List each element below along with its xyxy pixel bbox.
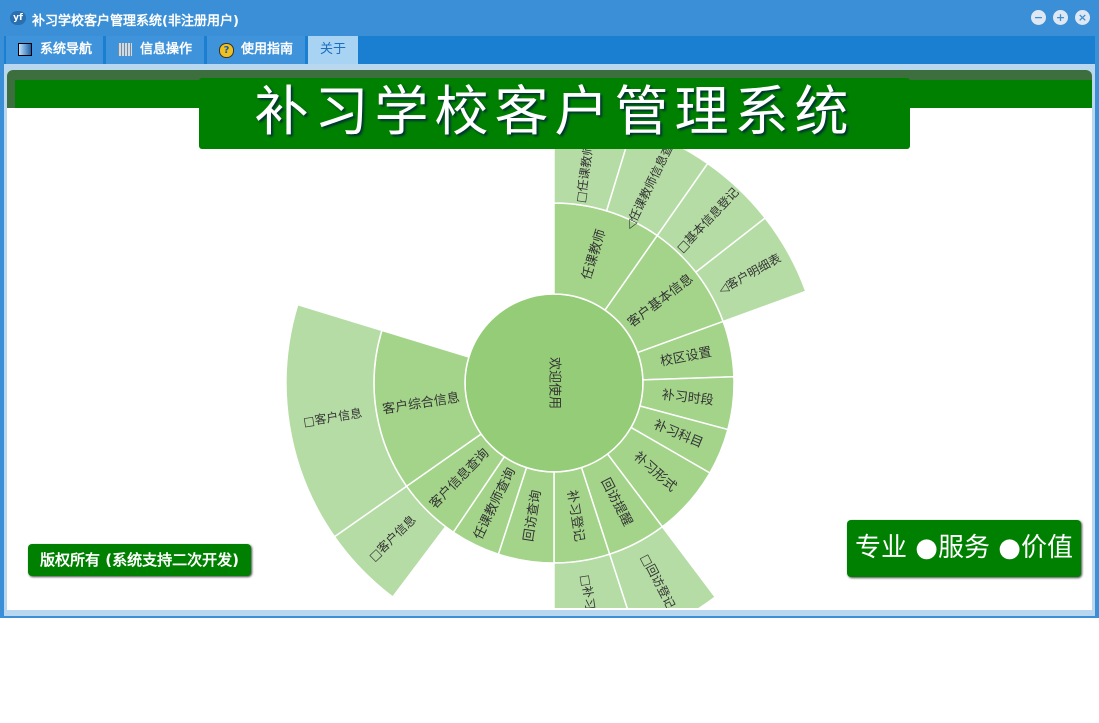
sunburst-center-label: 欢迎使用: [547, 357, 563, 409]
tab-label: 关于: [320, 42, 347, 57]
copyright-label: 版权所有 (系统支持二次开发): [28, 544, 251, 576]
tab-label: 系统导航: [40, 42, 93, 57]
close-button[interactable]: ×: [1075, 10, 1090, 25]
tab-info-ops[interactable]: 信息操作: [106, 36, 204, 64]
monitor-icon: [18, 43, 32, 56]
minimize-button[interactable]: −: [1031, 10, 1046, 25]
tab-label: 使用指南: [241, 42, 294, 57]
tab-about[interactable]: 关于: [308, 36, 358, 64]
help-icon: ?: [219, 43, 234, 58]
slogan-label: 专业 ●服务 ●价值: [847, 520, 1081, 577]
tab-user-guide[interactable]: ? 使用指南: [207, 36, 305, 64]
tab-system-nav[interactable]: 系统导航: [6, 36, 103, 64]
grid-icon: [118, 43, 132, 56]
tab-label: 信息操作: [140, 42, 193, 57]
banner-title: 补习学校客户管理系统: [199, 78, 910, 149]
app-logo-icon: yf: [10, 11, 26, 25]
menu-tabs: 系统导航 信息操作 ? 使用指南 关于: [4, 36, 1095, 64]
window-title: 补习学校客户管理系统(非注册用户): [32, 14, 239, 29]
maximize-button[interactable]: +: [1053, 10, 1068, 25]
title-bar: yf 补习学校客户管理系统(非注册用户) − + ×: [0, 0, 1099, 36]
